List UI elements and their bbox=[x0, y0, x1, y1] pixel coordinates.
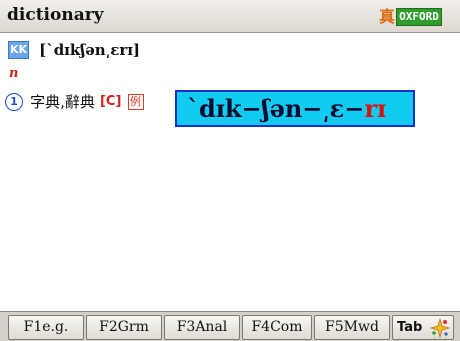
example-icon[interactable]: 例 bbox=[127, 94, 144, 110]
function-key-toolbar: F1e.g. F2Grm F3Anal F4Com F5Mwd Tab bbox=[0, 311, 460, 341]
sense-definition[interactable]: 字典,辭典 bbox=[30, 91, 95, 113]
syllable-popup[interactable]: ˋdɪk−ʃən−͵ɛ−rɪ bbox=[175, 90, 415, 127]
app-title: dictionary bbox=[7, 5, 104, 25]
sense-row: 1 字典,辭典 [C] 例 bbox=[5, 91, 144, 113]
kk-phonetic-badge[interactable]: KK bbox=[8, 41, 29, 59]
syllable-highlighted: rɪ bbox=[364, 94, 387, 123]
sense-number-icon: 1 bbox=[5, 93, 23, 111]
f2-grammar-button[interactable]: F2Grm bbox=[86, 315, 162, 340]
dictionary-screen: dictionary 真 OXFORD KK [ˋdɪkʃən͵ɛrɪ] n 1… bbox=[0, 0, 460, 341]
title-bar: dictionary 真 OXFORD bbox=[0, 0, 460, 33]
tab-button[interactable]: Tab bbox=[392, 315, 454, 340]
grammar-tag: [C] bbox=[99, 94, 122, 109]
f5-multiword-button[interactable]: F5Mwd bbox=[314, 315, 390, 340]
zhen-icon[interactable]: 真 bbox=[378, 8, 396, 26]
sparkle-icon bbox=[430, 318, 450, 338]
pronunciation-row: KK [ˋdɪkʃən͵ɛrɪ] bbox=[8, 41, 140, 61]
f3-analysis-button[interactable]: F3Anal bbox=[164, 315, 240, 340]
pronunciation-text: [ˋdɪkʃən͵ɛrɪ] bbox=[39, 41, 141, 59]
f4-compound-button[interactable]: F4Com bbox=[242, 315, 312, 340]
part-of-speech: n bbox=[9, 66, 19, 81]
f1-example-button[interactable]: F1e.g. bbox=[8, 315, 84, 340]
syllable-main: ˋdɪk−ʃən−͵ɛ− bbox=[187, 94, 365, 123]
oxford-dictionary-badge[interactable]: OXFORD bbox=[396, 8, 442, 26]
tab-label: Tab bbox=[397, 320, 423, 335]
